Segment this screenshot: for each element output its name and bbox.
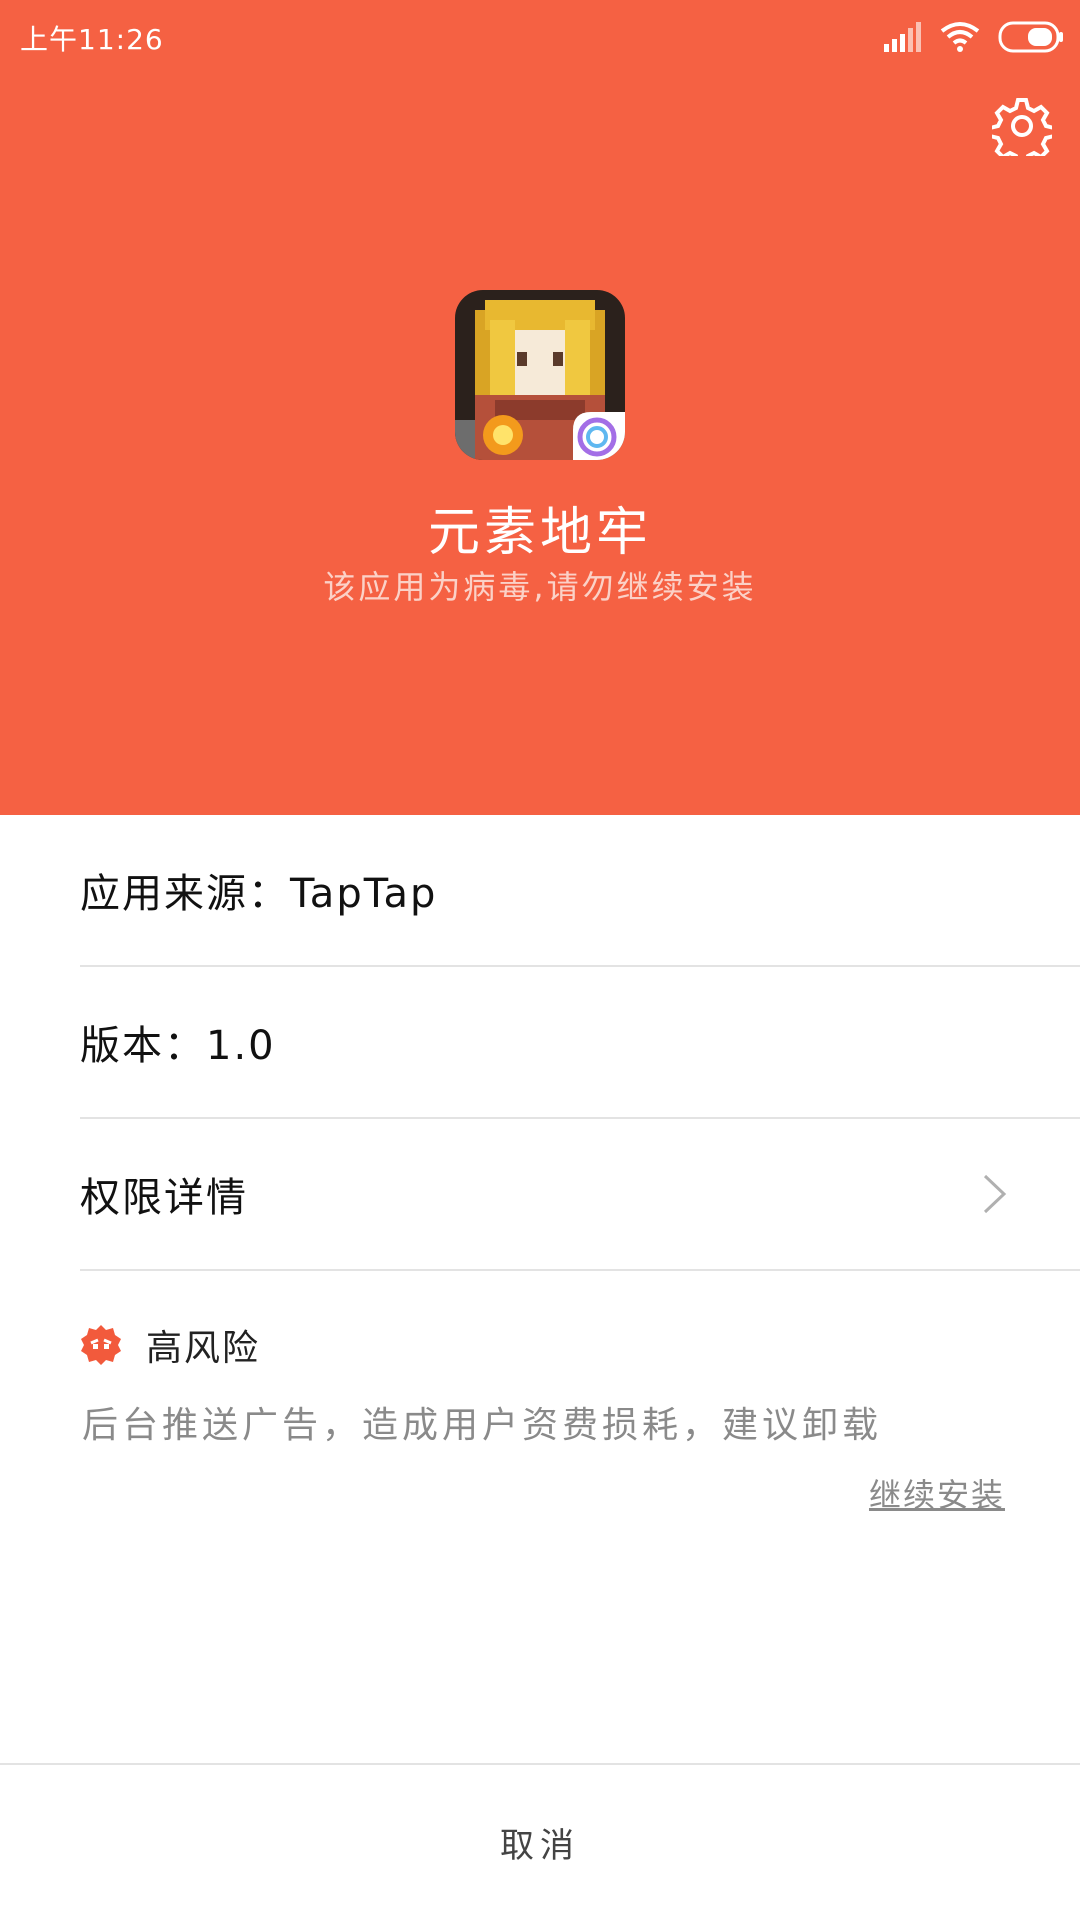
app-icon: [455, 290, 625, 460]
gear-icon[interactable]: [992, 96, 1052, 156]
status-time: 上午11:26: [20, 23, 164, 56]
bottom-bar: 取消: [0, 1763, 1080, 1920]
risk-header: 高风险: [80, 1320, 260, 1370]
risk-level: 高风险: [146, 1328, 261, 1369]
status-bar: 上午11:26: [0, 0, 1080, 75]
source-label: 应用来源：TapTap: [80, 871, 438, 917]
cancel-button[interactable]: 取消: [500, 1818, 580, 1867]
chevron-right-icon: [983, 1174, 1007, 1214]
continue-install-link[interactable]: 继续安装: [869, 1470, 1005, 1516]
app-name: 元素地牢: [427, 503, 652, 563]
signal-icon: [884, 22, 921, 52]
permissions-row[interactable]: 权限详情: [80, 1119, 1080, 1271]
version-label: 版本：1.0: [80, 1023, 276, 1069]
virus-warning: 该应用为病毒,请勿继续安装: [323, 568, 757, 606]
danger-badge-icon: [81, 1325, 121, 1365]
battery-icon: [998, 21, 1063, 53]
permissions-label: 权限详情: [80, 1175, 248, 1221]
header-banner: 上午11:26 元素地牢 该应用为病毒,请勿继续安装: [0, 0, 1080, 815]
risk-description: 后台推送广告，造成用户资费损耗，建议卸载: [82, 1405, 883, 1446]
wifi-icon: [940, 22, 980, 52]
status-icons: [884, 18, 1064, 56]
version-row: 版本：1.0: [80, 967, 1080, 1119]
source-row: 应用来源：TapTap: [80, 815, 1080, 967]
install-page: 上午11:26 元素地牢 该应用为病毒,请勿继续安装 应用来源：TapTap 版…: [0, 0, 1080, 1920]
